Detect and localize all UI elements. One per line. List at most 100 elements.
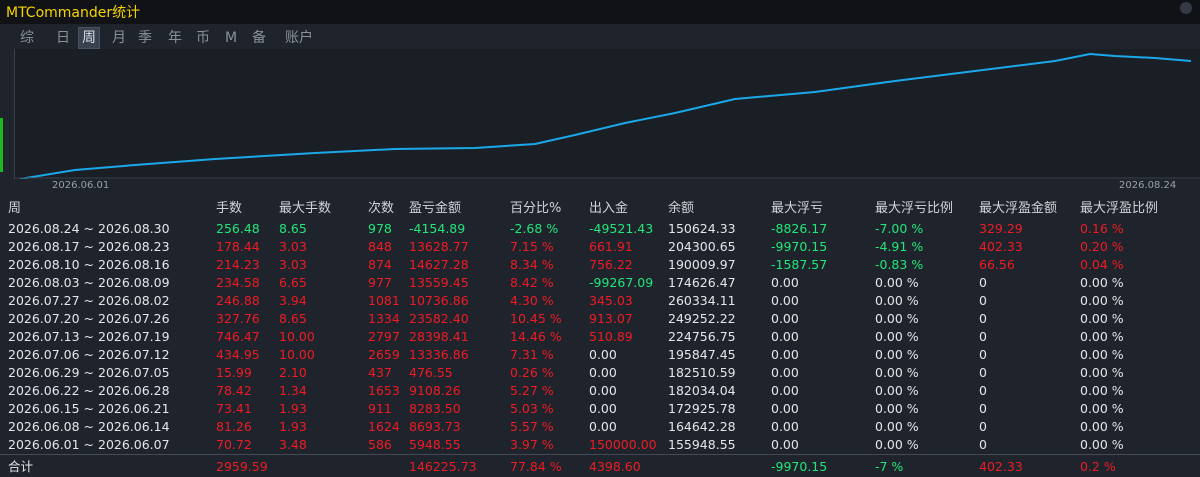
table-cell: 0.20 % — [1080, 238, 1200, 256]
table-row[interactable]: 2026.07.13 ~ 2026.07.19746.4710.00279728… — [0, 328, 1200, 346]
table-cell: 2026.06.22 ~ 2026.06.28 — [0, 382, 216, 400]
column-header[interactable]: 出入金 — [589, 198, 668, 220]
table-cell: 224756.75 — [668, 328, 771, 346]
column-header[interactable]: 最大手数 — [279, 198, 368, 220]
table-cell: 0.00 — [589, 400, 668, 418]
table-cell: 0.16 % — [1080, 220, 1200, 238]
table-cell: 2026.08.17 ~ 2026.08.23 — [0, 238, 216, 256]
table-cell: 8.65 — [279, 310, 368, 328]
table-cell: 81.26 — [216, 418, 279, 436]
table-cell: 2026.07.13 ~ 2026.07.19 — [0, 328, 216, 346]
table-cell: 0 — [979, 436, 1080, 455]
table-cell: 10.45 % — [510, 310, 589, 328]
tab-5[interactable]: 年 — [166, 28, 184, 48]
table-cell: 182510.59 — [668, 364, 771, 382]
tab-6[interactable]: 币 — [194, 28, 212, 48]
table-cell: 3.48 — [279, 436, 368, 455]
tab-8[interactable]: 备 — [250, 28, 268, 48]
table-cell: 2026.06.08 ~ 2026.06.14 — [0, 418, 216, 436]
tab-4[interactable]: 季 — [136, 28, 154, 48]
column-header[interactable]: 余额 — [668, 198, 771, 220]
table-cell: 15.99 — [216, 364, 279, 382]
column-header[interactable]: 最大浮亏 — [771, 198, 875, 220]
column-header[interactable]: 周 — [0, 198, 216, 220]
table-cell: 0.00 — [771, 274, 875, 292]
column-header[interactable]: 次数 — [368, 198, 409, 220]
table-cell: 5.03 % — [510, 400, 589, 418]
column-header[interactable]: 手数 — [216, 198, 279, 220]
table-cell: 0.00 — [589, 346, 668, 364]
table-cell: 2026.06.29 ~ 2026.07.05 — [0, 364, 216, 382]
table-cell: 1653 — [368, 382, 409, 400]
tab-3[interactable]: 月 — [110, 28, 128, 48]
weekly-stats-table: 周手数最大手数次数盈亏金额百分比%出入金余额最大浮亏最大浮亏比例最大浮盈金额最大… — [0, 198, 1200, 474]
table-row[interactable]: 2026.07.27 ~ 2026.08.02246.883.941081107… — [0, 292, 1200, 310]
table-cell: 586 — [368, 436, 409, 455]
table-cell: -4154.89 — [409, 220, 510, 238]
side-indicator — [0, 118, 3, 172]
table-cell: 0.00 % — [875, 292, 979, 310]
table-cell: 214.23 — [216, 256, 279, 274]
table-row[interactable]: 2026.06.01 ~ 2026.06.0770.723.485865948.… — [0, 436, 1200, 455]
table-cell: 28398.41 — [409, 328, 510, 346]
column-header[interactable]: 最大浮盈金额 — [979, 198, 1080, 220]
table-cell: 0.00 % — [875, 400, 979, 418]
table-cell: 204300.65 — [668, 238, 771, 256]
table-cell: 3.03 — [279, 256, 368, 274]
table-cell: 2026.07.20 ~ 2026.07.26 — [0, 310, 216, 328]
table-cell: 0.00 % — [875, 310, 979, 328]
column-header[interactable]: 盈亏金额 — [409, 198, 510, 220]
table-cell: -9970.15 — [771, 238, 875, 256]
table-cell: 8283.50 — [409, 400, 510, 418]
table-row[interactable]: 2026.07.20 ~ 2026.07.26327.768.651334235… — [0, 310, 1200, 328]
title-bar: MTCommander统计 — [0, 0, 1200, 24]
table-row[interactable]: 2026.06.22 ~ 2026.06.2878.421.3416539108… — [0, 382, 1200, 400]
table-cell: 0.00 % — [1080, 292, 1200, 310]
tab-1[interactable]: 日 — [54, 28, 72, 48]
table-cell: 746.47 — [216, 328, 279, 346]
table-cell: 2026.06.01 ~ 2026.06.07 — [0, 436, 216, 455]
table-cell: 0.00 % — [875, 346, 979, 364]
table-cell: 0.00 — [771, 400, 875, 418]
tab-0[interactable]: 综 — [18, 28, 36, 48]
table-cell: 0.04 % — [1080, 256, 1200, 274]
table-cell: 150000.00 — [589, 436, 668, 455]
table-cell: 10.00 — [279, 346, 368, 364]
table-row[interactable]: 2026.08.03 ~ 2026.08.09234.586.659771355… — [0, 274, 1200, 292]
column-header[interactable]: 最大浮盈比例 — [1080, 198, 1200, 220]
table-cell: 0.26 % — [510, 364, 589, 382]
table-cell: 0 — [979, 364, 1080, 382]
table-cell: 327.76 — [216, 310, 279, 328]
table-row[interactable]: 2026.06.15 ~ 2026.06.2173.411.939118283.… — [0, 400, 1200, 418]
table-cell: 2026.08.03 ~ 2026.08.09 — [0, 274, 216, 292]
table-cell: 0 — [979, 382, 1080, 400]
table-cell: -7.00 % — [875, 220, 979, 238]
table-row[interactable]: 2026.06.29 ~ 2026.07.0515.992.10437476.5… — [0, 364, 1200, 382]
table-cell: 2659 — [368, 346, 409, 364]
table-cell: -49521.43 — [589, 220, 668, 238]
tab-7[interactable]: M — [222, 28, 240, 48]
table-row[interactable]: 2026.06.08 ~ 2026.06.1481.261.9316248693… — [0, 418, 1200, 436]
table-row[interactable]: 2026.07.06 ~ 2026.07.12434.9510.00265913… — [0, 346, 1200, 364]
tab-9[interactable]: 账户 — [282, 28, 316, 48]
table-cell: 164642.28 — [668, 418, 771, 436]
table-cell: 0.00 % — [1080, 346, 1200, 364]
table-row[interactable]: 2026.08.24 ~ 2026.08.30256.488.65978-415… — [0, 220, 1200, 238]
table-cell: 6.65 — [279, 274, 368, 292]
table-cell: 23582.40 — [409, 310, 510, 328]
table-row[interactable]: 2026.08.17 ~ 2026.08.23178.443.038481362… — [0, 238, 1200, 256]
table-cell: 1.34 — [279, 382, 368, 400]
window-control-icon[interactable] — [1180, 2, 1192, 14]
table-cell: 5.57 % — [510, 418, 589, 436]
table-cell: 978 — [368, 220, 409, 238]
table-cell: 911 — [368, 400, 409, 418]
table-cell: -8826.17 — [771, 220, 875, 238]
column-header[interactable]: 最大浮亏比例 — [875, 198, 979, 220]
table-cell: 13559.45 — [409, 274, 510, 292]
tab-2[interactable]: 周 — [78, 27, 100, 49]
table-cell: 434.95 — [216, 346, 279, 364]
table-cell: 2026.07.06 ~ 2026.07.12 — [0, 346, 216, 364]
table-row[interactable]: 2026.08.10 ~ 2026.08.16214.233.038741462… — [0, 256, 1200, 274]
table-cell: 0.00 — [589, 364, 668, 382]
column-header[interactable]: 百分比% — [510, 198, 589, 220]
